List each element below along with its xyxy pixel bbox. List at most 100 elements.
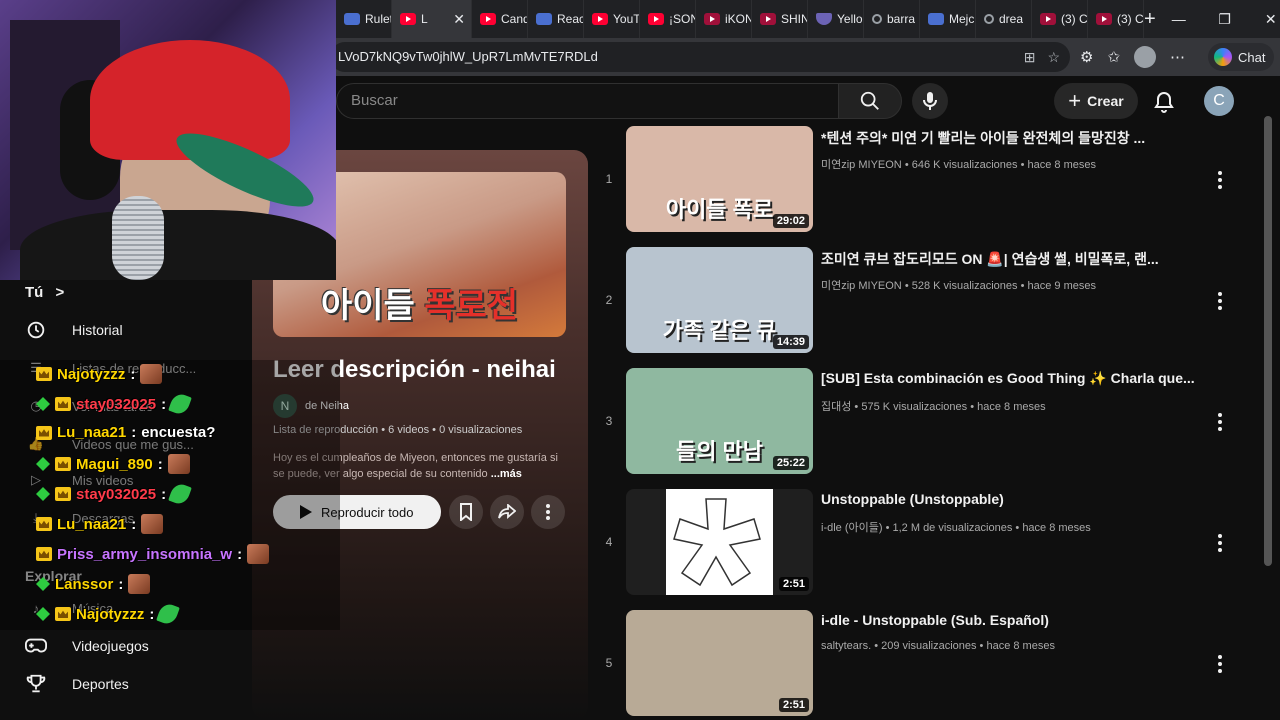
subscriber-badge-icon (55, 607, 71, 621)
video-meta: saltytears. • 209 visualizaciones • hace… (821, 640, 1201, 652)
browser-tab[interactable]: (3) C (1032, 0, 1088, 38)
meta-separator: • (882, 522, 893, 534)
browser-tab[interactable]: iKON (696, 0, 752, 38)
search-button[interactable] (838, 83, 902, 119)
sidebar-item-sports[interactable]: Deportes (24, 666, 129, 702)
minimize-button[interactable]: — (1156, 11, 1202, 28)
browser-tab[interactable]: Rulet (336, 0, 392, 38)
video-channel[interactable]: saltytears. (821, 640, 871, 652)
extensions-icon[interactable]: ⚙ (1080, 48, 1093, 66)
scrollbar[interactable] (1264, 116, 1272, 566)
chat-username[interactable]: Najotyzzz (57, 366, 125, 383)
notifications-bell-icon[interactable] (1150, 90, 1178, 114)
video-title[interactable]: i-dle - Unstoppable (Sub. Español) (821, 612, 1201, 628)
video-thumbnail[interactable]: 아이들 폭로 29:02 (626, 126, 813, 232)
chat-username[interactable]: stay032025 (76, 486, 156, 503)
video-thumbnail[interactable]: 2:51 (626, 610, 813, 716)
browser-tab[interactable]: Yello (808, 0, 864, 38)
favorites-icon[interactable]: ✩ (1107, 48, 1120, 66)
playlist-video-row[interactable]: 3 들의 만남 25:22 [SUB] Esta combinación es Goo… (590, 368, 1240, 476)
dot-icon (1218, 292, 1222, 296)
video-more-button[interactable] (1210, 531, 1230, 555)
sidebar-item-gaming[interactable]: Videojuegos (24, 628, 149, 664)
sidebar-you-heading[interactable]: Tú > (25, 284, 64, 301)
playlist-video-row[interactable]: 4 2:51 Unstoppable (Unstoppable) i-dle (아이들… (590, 489, 1240, 597)
search-input[interactable]: Buscar (336, 83, 838, 119)
video-more-button[interactable] (1210, 410, 1230, 434)
playlist-more-button[interactable] (531, 495, 565, 529)
video-more-button[interactable] (1210, 289, 1230, 313)
chat-username[interactable]: Priss_army_insomnia_w (57, 546, 232, 563)
share-icon (498, 504, 516, 519)
close-tab-icon[interactable]: ✕ (453, 11, 465, 28)
chat-username[interactable]: Najotyzzz (76, 606, 144, 623)
tab-title: Rulet (365, 12, 391, 26)
moderator-badge-icon (36, 397, 50, 411)
account-avatar[interactable]: C (1204, 86, 1234, 116)
share-button[interactable] (490, 495, 524, 529)
video-age: hace 8 meses (1022, 522, 1091, 534)
video-more-button[interactable] (1210, 652, 1230, 676)
video-title[interactable]: [SUB] Esta combinación es Good Thing ✨ C… (821, 370, 1201, 387)
video-age: hace 8 meses (1027, 159, 1096, 171)
sidebar-item-label: Historial (72, 322, 123, 338)
sidebar-item-label: Videojuegos (72, 638, 149, 654)
address-bar-icons: ⊞ ☆ (1024, 42, 1060, 72)
save-playlist-button[interactable] (449, 495, 483, 529)
tab-favicon-icon (480, 13, 496, 25)
maximize-button[interactable]: ❐ (1202, 11, 1248, 28)
more-menu-icon[interactable]: ⋯ (1170, 48, 1185, 66)
chat-username[interactable]: Lanssor (55, 576, 113, 593)
chat-username[interactable]: Magui_890 (76, 456, 153, 473)
chat-message: Priss_army_insomnia_w : (36, 544, 270, 564)
browser-tab[interactable]: (3) C (1088, 0, 1144, 38)
browser-tab[interactable]: Reac (528, 0, 584, 38)
face-emote-icon (140, 364, 163, 384)
meta-separator: • (1017, 280, 1028, 292)
chat-username[interactable]: stay032025 (76, 396, 156, 413)
video-views: 209 visualizaciones (881, 640, 977, 652)
close-window-button[interactable]: ✕ (1248, 11, 1280, 28)
chat-colon: : (149, 605, 155, 623)
new-tab-button[interactable]: + (1144, 8, 1156, 31)
browser-tab[interactable]: YouT (584, 0, 640, 38)
favorite-star-icon[interactable]: ☆ (1047, 42, 1060, 72)
browser-tab[interactable]: SHIN (752, 0, 808, 38)
browser-tab[interactable]: barra (864, 0, 920, 38)
profile-icon[interactable] (1134, 46, 1157, 68)
tab-title: YouT (613, 12, 639, 26)
browser-tab[interactable]: drea (976, 0, 1032, 38)
playlist-video-row[interactable]: 2 가족 같은 큐 14:39 조미연 큐브 잡도리모드 ON 🚨| 연습생 썰, 비… (590, 247, 1240, 355)
caption-red: 폭로전 (424, 287, 519, 325)
video-channel[interactable]: i-dle (아이들) (821, 522, 883, 534)
video-title[interactable]: Unstoppable (Unstoppable) (821, 491, 1201, 507)
sidebar-item-history[interactable]: Historial (24, 312, 123, 348)
playlist-video-row[interactable]: 1 아이들 폭로 29:02 *텐션 주의* 미연 기 빨리는 아이들 완전체의 들망… (590, 126, 1240, 234)
copilot-chat-button[interactable]: Chat (1208, 43, 1274, 71)
tab-favicon-icon (648, 13, 664, 25)
browser-tab[interactable]: Cand (472, 0, 528, 38)
video-title[interactable]: *텐션 주의* 미연 기 빨리는 아이들 완전체의 들망진창 ... (821, 128, 1201, 148)
more-link[interactable]: ...más (491, 468, 522, 480)
video-title[interactable]: 조미연 큐브 잡도리모드 ON 🚨| 연습생 썰, 비밀폭로, 랜... (821, 249, 1201, 269)
voice-search-button[interactable] (912, 83, 948, 119)
caption-white: 아이들 (320, 287, 415, 325)
video-thumbnail[interactable]: 들의 만남 25:22 (626, 368, 813, 474)
video-channel[interactable]: 집대성 (821, 401, 851, 413)
video-more-button[interactable] (1210, 168, 1230, 192)
app-icon[interactable]: ⊞ (1024, 42, 1036, 72)
video-channel[interactable]: 미연zip MIYEON (821, 280, 902, 292)
playlist-video-row[interactable]: 5 2:51 i-dle - Unstoppable (Sub. Español) s… (590, 610, 1240, 718)
address-bar[interactable]: LVoD7kNQ9vTw0jhlW_UpR7LmMvTE7RDLd ⊞ ☆ (330, 42, 1070, 72)
chat-username[interactable]: Lu_naa21 (57, 516, 126, 533)
video-thumbnail[interactable]: 2:51 (626, 489, 813, 595)
browser-tab[interactable]: ¡SON (640, 0, 696, 38)
create-button[interactable]: + Crear (1054, 83, 1138, 119)
browser-tab[interactable]: Mejc (920, 0, 976, 38)
browser-tab[interactable]: L ✕ (392, 0, 472, 38)
video-channel[interactable]: 미연zip MIYEON (821, 159, 902, 171)
video-thumbnail[interactable]: 가족 같은 큐 14:39 (626, 247, 813, 353)
chat-username[interactable]: Lu_naa21 (57, 424, 126, 441)
dot-icon (1218, 669, 1222, 673)
face-emote-icon (167, 454, 190, 474)
